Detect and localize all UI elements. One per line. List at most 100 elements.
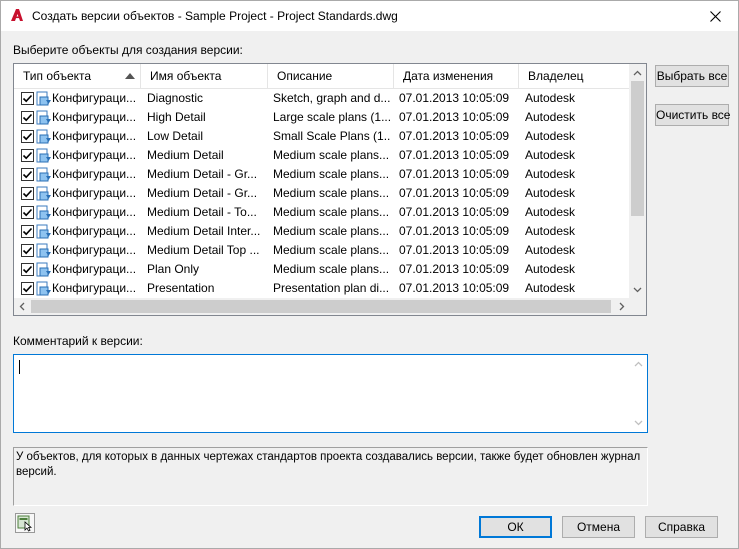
cell-desc: Sketch, graph and d... — [273, 91, 391, 105]
row-checkbox[interactable] — [21, 263, 34, 276]
cell-type: Конфигураци... — [52, 224, 137, 238]
checkmark-icon — [22, 284, 33, 293]
cell-owner: Autodesk — [525, 129, 576, 143]
cell-type: Конфигураци... — [52, 186, 137, 200]
column-header-type[interactable]: Тип объекта — [14, 64, 141, 88]
cancel-button[interactable]: Отмена — [562, 516, 635, 538]
cell-desc: Presentation plan di... — [273, 281, 390, 295]
row-checkbox[interactable] — [21, 111, 34, 124]
cell-owner: Autodesk — [525, 281, 576, 295]
checkmark-icon — [22, 227, 33, 236]
checkmark-icon — [22, 113, 33, 122]
table-row[interactable]: Конфигураци... High Detail Large scale pla… — [14, 108, 630, 127]
table-row[interactable]: Конфигураци... Diagnostic Sketch, graph an… — [14, 89, 630, 108]
cell-name: Medium Detail Inter... — [147, 224, 261, 238]
checkmark-icon — [22, 170, 33, 179]
cell-type: Конфигураци... — [52, 262, 137, 276]
cell-date: 07.01.2013 10:05:09 — [399, 129, 510, 143]
display-configuration-icon — [36, 281, 52, 297]
column-header-owner[interactable]: Владелец — [519, 64, 630, 88]
row-checkbox[interactable] — [21, 282, 34, 295]
display-configuration-icon — [36, 243, 52, 259]
comment-scrollbar[interactable] — [630, 355, 647, 432]
display-configuration-icon — [36, 205, 52, 221]
table-row[interactable]: Конфигураци... Medium Detail - To... Mediu… — [14, 203, 630, 222]
cell-type: Конфигураци... — [52, 91, 137, 105]
comment-scroll-down-icon[interactable] — [634, 418, 643, 427]
scroll-right-icon[interactable] — [617, 302, 626, 311]
row-checkbox[interactable] — [21, 187, 34, 200]
horizontal-scrollbar[interactable] — [14, 298, 630, 315]
list-header: Тип объекта Имя объекта Описание Дата из… — [14, 64, 630, 89]
cell-desc: Medium scale plans... — [273, 224, 390, 238]
cell-date: 07.01.2013 10:05:09 — [399, 148, 510, 162]
cell-desc: Medium scale plans... — [273, 186, 390, 200]
cell-name: Diagnostic — [147, 91, 204, 105]
cell-name: High Detail — [147, 110, 206, 124]
close-button[interactable] — [692, 1, 738, 31]
table-row[interactable]: Конфигураци... Medium Detail Medium scale … — [14, 146, 630, 165]
display-configuration-icon — [36, 224, 52, 240]
row-checkbox[interactable] — [21, 130, 34, 143]
cell-type: Конфигураци... — [52, 167, 137, 181]
select-all-button[interactable]: Выбрать все — [655, 65, 729, 87]
scroll-down-icon[interactable] — [633, 285, 642, 294]
scroll-left-icon[interactable] — [18, 302, 27, 311]
row-checkbox[interactable] — [21, 168, 34, 181]
help-button[interactable]: Справка — [645, 516, 718, 538]
cell-date: 07.01.2013 10:05:09 — [399, 224, 510, 238]
table-row[interactable]: Конфигураци... Medium Detail - Gr... Mediu… — [14, 165, 630, 184]
row-checkbox[interactable] — [21, 225, 34, 238]
column-header-description[interactable]: Описание — [268, 64, 394, 88]
cell-owner: Autodesk — [525, 262, 576, 276]
scroll-up-icon[interactable] — [633, 69, 642, 78]
checkmark-icon — [22, 246, 33, 255]
cell-desc: Medium scale plans... — [273, 167, 390, 181]
horizontal-scroll-thumb[interactable] — [31, 300, 611, 313]
cell-desc: Small Scale Plans (1... — [273, 129, 391, 143]
objects-list[interactable]: Тип объекта Имя объекта Описание Дата из… — [13, 63, 647, 316]
table-row[interactable]: Конфигураци... Medium Detail Inter... Medi… — [14, 222, 630, 241]
cell-desc: Medium scale plans... — [273, 205, 390, 219]
cell-name: Medium Detail - To... — [147, 205, 257, 219]
row-checkbox[interactable] — [21, 149, 34, 162]
ok-button[interactable]: ОК — [479, 516, 552, 538]
info-message: У объектов, для которых в данных чертежа… — [16, 451, 641, 478]
row-checkbox[interactable] — [21, 92, 34, 105]
checkmark-icon — [22, 189, 33, 198]
table-row[interactable]: Конфигураци... Plan Only Medium scale plan… — [14, 260, 630, 279]
scroll-corner — [629, 298, 646, 315]
cell-owner: Autodesk — [525, 110, 576, 124]
checkmark-icon — [22, 132, 33, 141]
comment-input[interactable] — [13, 354, 648, 433]
cell-type: Конфигураци... — [52, 281, 137, 295]
checkmark-icon — [22, 94, 33, 103]
column-header-name[interactable]: Имя объекта — [141, 64, 268, 88]
row-checkbox[interactable] — [21, 244, 34, 257]
column-header-date[interactable]: Дата изменения — [394, 64, 519, 88]
table-row[interactable]: Конфигураци... Medium Detail Top ... Mediu… — [14, 241, 630, 260]
sort-ascending-icon — [125, 73, 135, 79]
cell-owner: Autodesk — [525, 224, 576, 238]
column-header-type-label: Тип объекта — [23, 69, 92, 83]
help-pointer-icon[interactable] — [15, 513, 35, 533]
table-row[interactable]: Конфигураци... Presentation Presentation p… — [14, 279, 630, 298]
dialog-icon — [17, 515, 33, 532]
cell-date: 07.01.2013 10:05:09 — [399, 205, 510, 219]
comment-scroll-up-icon[interactable] — [634, 360, 643, 369]
cell-desc: Medium scale plans... — [273, 243, 390, 257]
row-checkbox[interactable] — [21, 206, 34, 219]
cell-date: 07.01.2013 10:05:09 — [399, 281, 510, 295]
clear-all-button[interactable]: Очистить все — [655, 104, 730, 126]
cell-desc: Medium scale plans... — [273, 148, 390, 162]
cell-owner: Autodesk — [525, 243, 576, 257]
table-row[interactable]: Конфигураци... Low Detail Small Scale Plan… — [14, 127, 630, 146]
cell-owner: Autodesk — [525, 167, 576, 181]
table-row[interactable]: Конфигураци... Medium Detail - Gr... Mediu… — [14, 184, 630, 203]
vertical-scrollbar[interactable] — [629, 64, 646, 299]
vertical-scroll-thumb[interactable] — [631, 81, 644, 216]
display-configuration-icon — [36, 110, 52, 126]
cell-name: Low Detail — [147, 129, 204, 143]
cell-date: 07.01.2013 10:05:09 — [399, 186, 510, 200]
checkmark-icon — [22, 151, 33, 160]
